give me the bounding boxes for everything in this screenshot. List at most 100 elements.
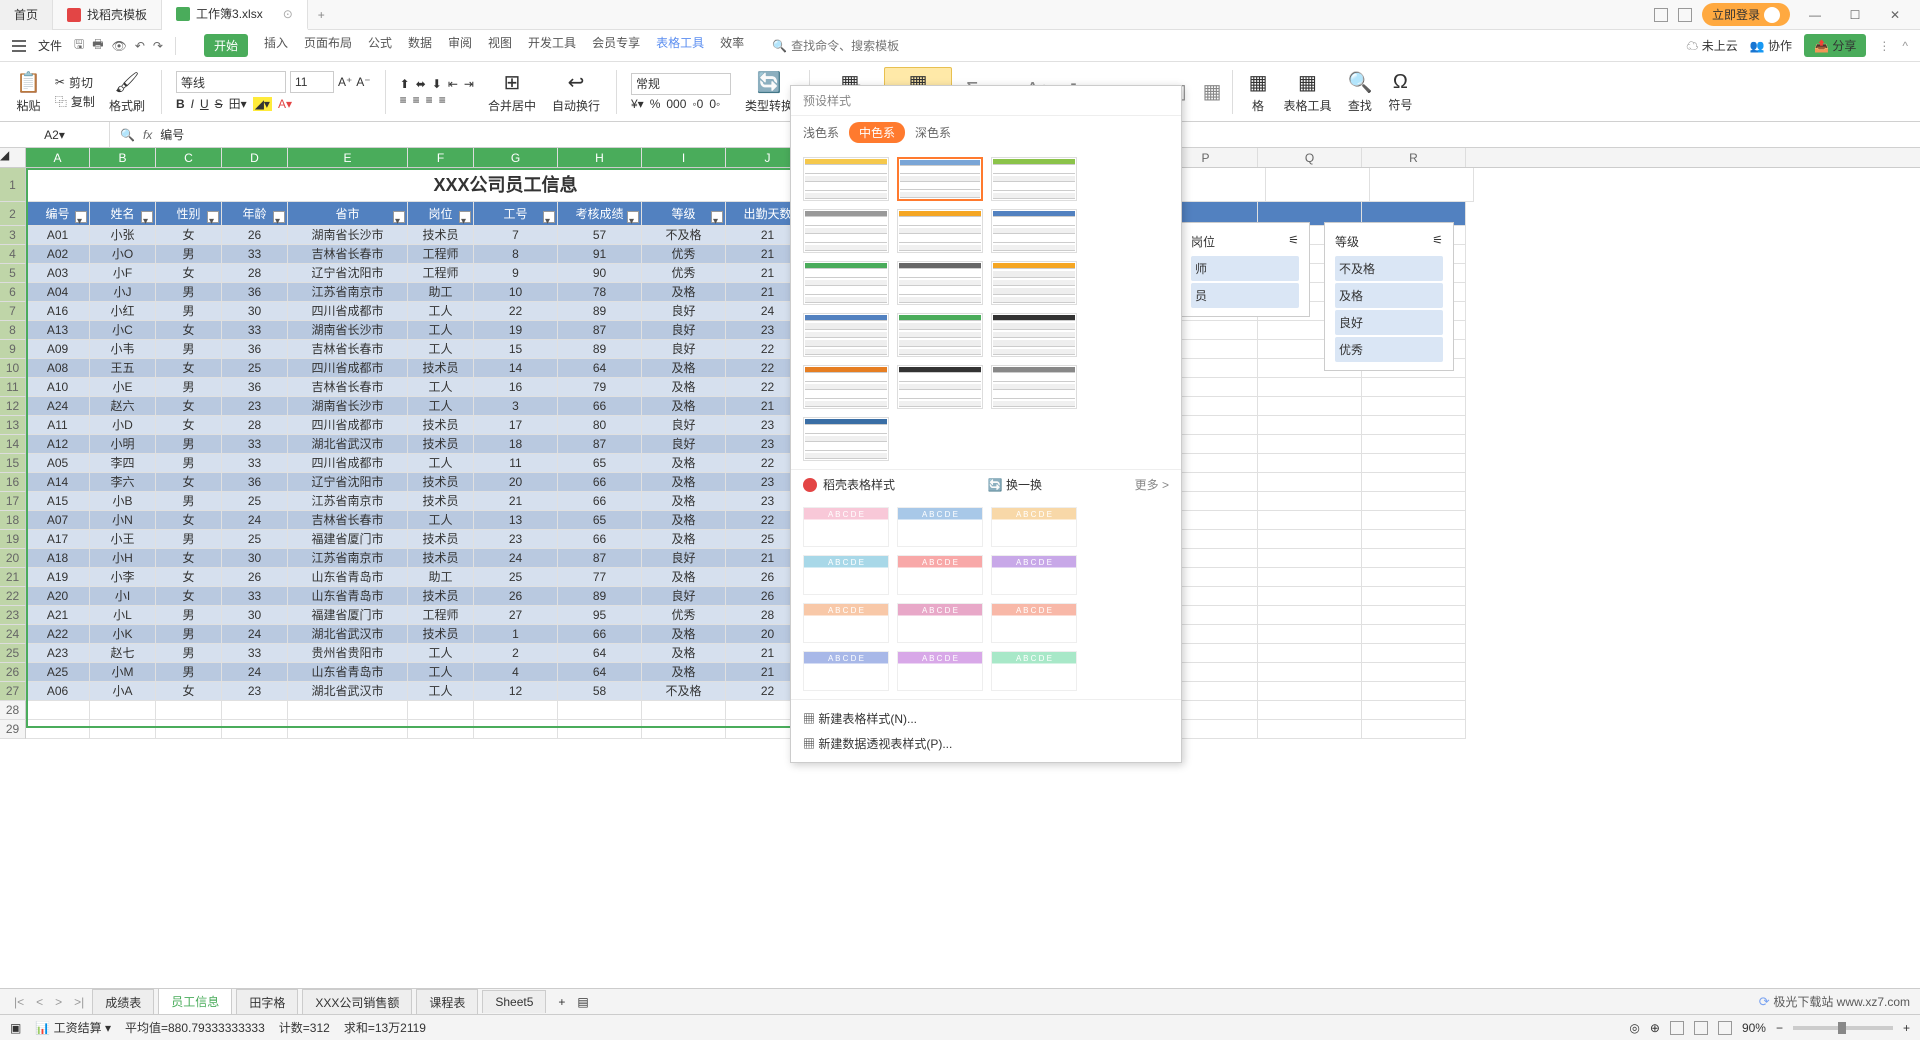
wrap-button[interactable]: ↩自动换行 (546, 70, 606, 114)
more-icon[interactable]: ⋮ (1878, 39, 1890, 53)
cell[interactable] (1258, 378, 1362, 397)
cell[interactable]: A15 (26, 492, 90, 511)
view-break[interactable] (1718, 1021, 1732, 1035)
cell[interactable] (1362, 492, 1466, 511)
symbol-button[interactable]: Ω符号 (1382, 71, 1418, 113)
row-header[interactable]: 20 (0, 549, 26, 568)
cell[interactable] (1362, 701, 1466, 720)
view-icon-1[interactable]: ◎ (1629, 1021, 1639, 1035)
cell[interactable] (1258, 720, 1362, 739)
cell[interactable]: 性别 (156, 202, 222, 226)
cell[interactable]: 30 (222, 606, 288, 625)
cell[interactable] (156, 701, 222, 720)
style-swatch[interactable] (803, 417, 889, 461)
cell[interactable]: 24 (222, 511, 288, 530)
cell[interactable]: A24 (26, 397, 90, 416)
cell[interactable]: 23 (222, 682, 288, 701)
col-header[interactable]: D (222, 148, 288, 167)
row-header[interactable]: 5 (0, 264, 26, 283)
cell[interactable] (26, 720, 90, 739)
cell[interactable] (1258, 663, 1362, 682)
cell[interactable]: 四川省成都市 (288, 416, 408, 435)
style-swatch[interactable] (803, 209, 889, 253)
cell[interactable]: 33 (222, 435, 288, 454)
cell[interactable]: 女 (156, 587, 222, 606)
cell[interactable] (26, 701, 90, 720)
tab-home[interactable]: 首页 (0, 0, 53, 30)
cell[interactable]: 90 (558, 264, 642, 283)
cell[interactable] (1258, 587, 1362, 606)
cell[interactable]: 良好 (642, 321, 726, 340)
cell[interactable]: 30 (222, 549, 288, 568)
zoom-slider[interactable] (1793, 1026, 1893, 1030)
cell[interactable]: 赵七 (90, 644, 156, 663)
add-sheet-button[interactable]: + (550, 995, 573, 1009)
cell[interactable] (1362, 606, 1466, 625)
cell[interactable] (1258, 492, 1362, 511)
cell[interactable]: 24 (222, 625, 288, 644)
cell[interactable]: 湖北省武汉市 (288, 682, 408, 701)
cell[interactable]: 良好 (642, 587, 726, 606)
row-header[interactable]: 24 (0, 625, 26, 644)
row-header[interactable]: 13 (0, 416, 26, 435)
cell[interactable]: 李四 (90, 454, 156, 473)
row-header[interactable]: 12 (0, 397, 26, 416)
tab-tabletools[interactable]: 表格工具 (656, 34, 704, 57)
cell[interactable]: 男 (156, 492, 222, 511)
cell[interactable] (474, 720, 558, 739)
cell[interactable]: 9 (474, 264, 558, 283)
print-icon[interactable]: 🖶 (92, 35, 103, 56)
cell[interactable]: 福建省厦门市 (288, 606, 408, 625)
cell[interactable]: 男 (156, 283, 222, 302)
cell[interactable]: A09 (26, 340, 90, 359)
cell[interactable]: 15 (474, 340, 558, 359)
filter2-item[interactable]: 及格 (1335, 283, 1443, 308)
cell[interactable]: 13 (474, 511, 558, 530)
tab-dev[interactable]: 开发工具 (528, 34, 576, 57)
cell[interactable]: 辽宁省沈阳市 (288, 473, 408, 492)
close-icon[interactable]: ⊙ (283, 7, 293, 21)
cell[interactable]: 江苏省南京市 (288, 549, 408, 568)
new-style-button[interactable]: ▦ 新建表格样式(N)... (803, 706, 1169, 731)
cell[interactable] (1370, 168, 1474, 202)
sheet-tab[interactable]: 成绩表 (92, 989, 154, 1015)
border-button[interactable]: 田▾ (229, 95, 247, 112)
cell[interactable]: 优秀 (642, 264, 726, 283)
cell[interactable]: A20 (26, 587, 90, 606)
cell[interactable]: 技术员 (408, 435, 474, 454)
cell[interactable]: 男 (156, 663, 222, 682)
more-button[interactable]: 更多 > (1135, 476, 1169, 493)
menu-icon[interactable] (12, 40, 26, 52)
cell[interactable]: 25 (222, 359, 288, 378)
cell[interactable] (1362, 397, 1466, 416)
dao-swatch[interactable]: A B C D E (991, 603, 1077, 643)
cell[interactable]: 女 (156, 264, 222, 283)
cell[interactable] (1258, 473, 1362, 492)
cell[interactable]: 贵州省贵阳市 (288, 644, 408, 663)
cell[interactable]: 考核成绩 (558, 202, 642, 226)
comma-icon[interactable]: 000 (666, 97, 686, 111)
cell[interactable] (1258, 530, 1362, 549)
sheet-tab[interactable]: XXX公司销售额 (302, 989, 412, 1015)
style-swatch[interactable] (803, 365, 889, 409)
cell[interactable]: 山东省青岛市 (288, 587, 408, 606)
cell[interactable]: 湖南省长沙市 (288, 226, 408, 245)
col-header[interactable]: Q (1258, 148, 1362, 167)
cell[interactable]: 小C (90, 321, 156, 340)
cell[interactable]: 小O (90, 245, 156, 264)
cell[interactable]: 3 (474, 397, 558, 416)
col-header[interactable]: A (26, 148, 90, 167)
cell[interactable]: 10 (474, 283, 558, 302)
cell[interactable]: 男 (156, 530, 222, 549)
view-page[interactable] (1694, 1021, 1708, 1035)
cell[interactable]: 及格 (642, 454, 726, 473)
filter1-item[interactable]: 员 (1191, 283, 1299, 308)
col-header[interactable]: H (558, 148, 642, 167)
cell[interactable]: 良好 (642, 416, 726, 435)
row-header[interactable]: 17 (0, 492, 26, 511)
cell[interactable]: 工人 (408, 644, 474, 663)
cell[interactable]: 工人 (408, 682, 474, 701)
preview-icon[interactable]: 👁 (112, 39, 127, 53)
align-right-icon[interactable]: ≡ (426, 93, 433, 107)
nav-last[interactable]: >| (70, 995, 88, 1009)
